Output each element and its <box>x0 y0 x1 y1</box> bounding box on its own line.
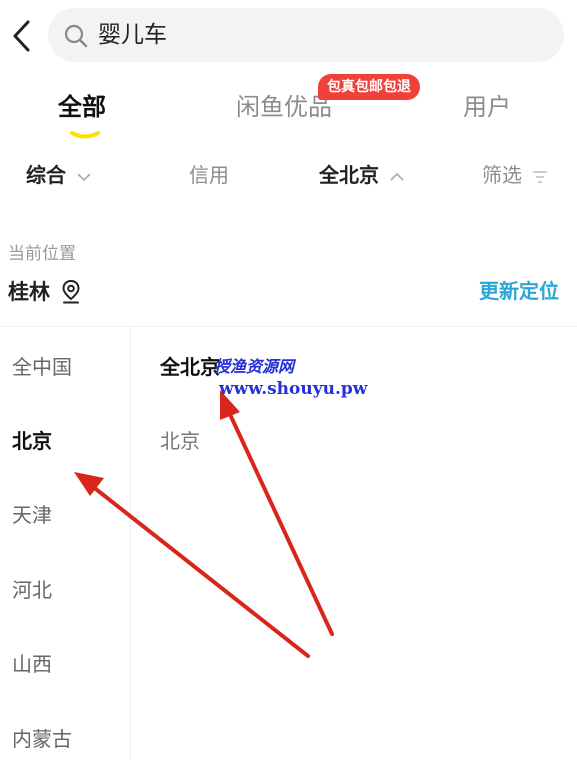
promo-badge: 包真包邮包退 <box>318 74 420 100</box>
watermark-title: 授渔资源网 <box>214 357 295 376</box>
back-button[interactable] <box>8 18 38 54</box>
filter-screen[interactable]: 筛选 <box>482 161 548 189</box>
search-query[interactable]: 婴儿车 <box>98 19 167 51</box>
tab-active-indicator <box>70 124 100 139</box>
arrow-to-all-beijing <box>220 390 334 636</box>
filter-sort-label: 综合 <box>26 163 66 187</box>
province-item-tianjin[interactable]: 天津 <box>12 501 52 529</box>
column-divider <box>130 327 131 760</box>
province-item-inner-mongolia[interactable]: 内蒙古 <box>12 725 72 753</box>
tab-users[interactable]: 用户 <box>463 90 511 124</box>
filter-icon <box>533 170 548 183</box>
tab-all[interactable]: 全部 <box>58 90 106 124</box>
current-city: 桂林 <box>8 280 50 304</box>
province-item-shanxi[interactable]: 山西 <box>12 650 52 678</box>
arrow-to-beijing <box>74 472 310 658</box>
province-item-hebei[interactable]: 河北 <box>12 576 52 604</box>
chevron-up-icon <box>390 172 404 181</box>
divider <box>0 326 577 327</box>
filter-screen-label: 筛选 <box>482 163 522 187</box>
chevron-left-icon <box>13 20 30 52</box>
filter-sort[interactable]: 综合 <box>26 161 91 189</box>
chevron-down-icon <box>77 172 91 181</box>
filter-region-label: 全北京 <box>319 163 379 187</box>
filter-region[interactable]: 全北京 <box>319 161 404 189</box>
province-item-all-china[interactable]: 全中国 <box>12 353 72 381</box>
city-item-all-beijing[interactable]: 全北京 <box>160 353 220 381</box>
filter-credit[interactable]: 信用 <box>189 161 229 189</box>
current-location-label: 当前位置 <box>8 244 76 264</box>
watermark-url: www.shouyu.pw <box>219 379 368 399</box>
province-item-beijing[interactable]: 北京 <box>12 427 52 455</box>
location-pin-icon <box>62 279 80 304</box>
city-item-beijing[interactable]: 北京 <box>160 427 200 455</box>
update-location-button[interactable]: 更新定位 <box>479 277 559 305</box>
search-icon <box>64 24 88 48</box>
